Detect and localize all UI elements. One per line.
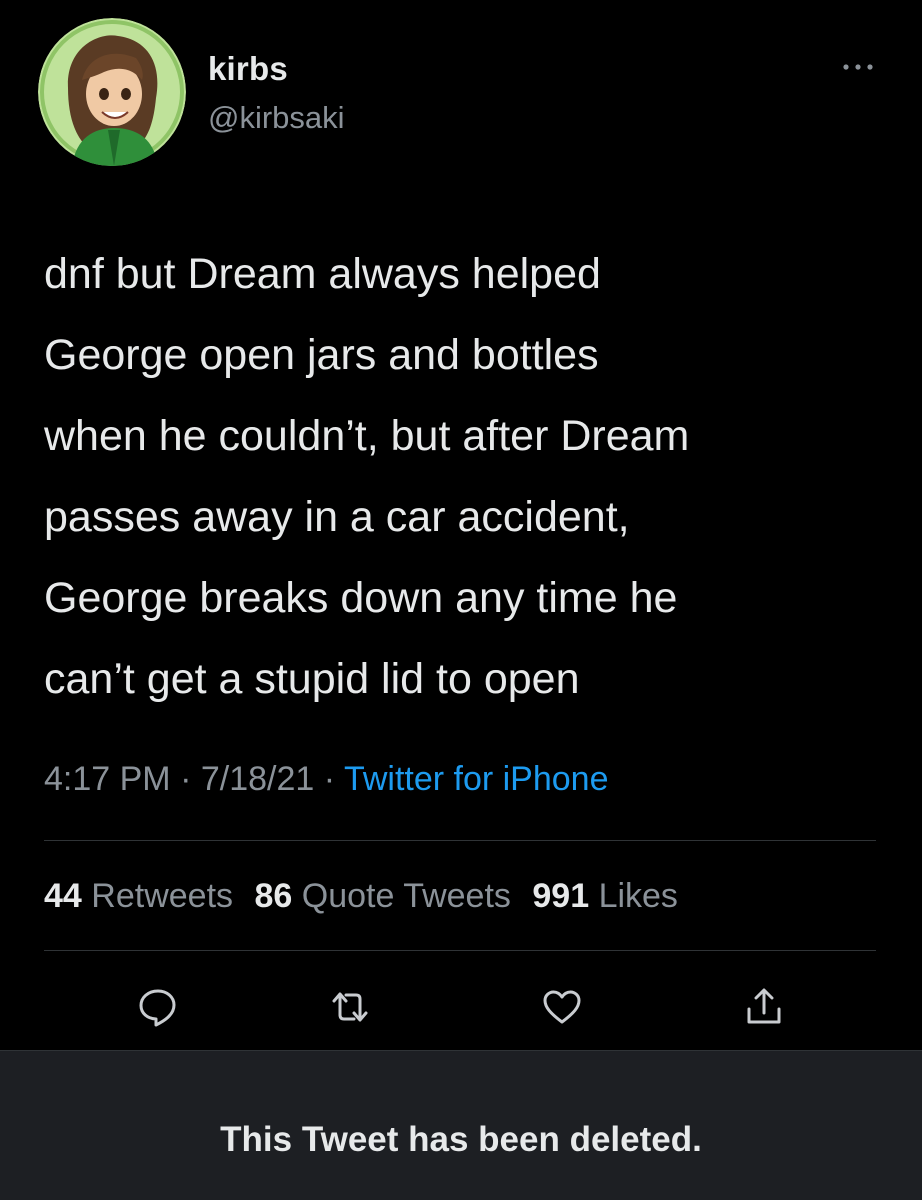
tweet-source-link[interactable]: Twitter for iPhone	[344, 760, 609, 798]
tweet-text-line: George breaks down any time he	[44, 574, 678, 622]
likes-count: 991	[532, 877, 590, 915]
retweet-icon	[332, 992, 368, 1022]
tweet-time[interactable]: 4:17 PM	[44, 760, 171, 798]
divider	[44, 950, 876, 951]
retweets-stat[interactable]: 44 Retweets	[44, 877, 233, 915]
meta-separator: ·	[323, 760, 336, 798]
retweets-label: Retweets	[91, 877, 234, 915]
like-button[interactable]	[540, 985, 584, 1029]
share-icon	[747, 988, 781, 1024]
divider	[44, 840, 876, 841]
quote-tweets-count: 86	[254, 877, 293, 915]
tweet-date[interactable]: 7/18/21	[201, 760, 314, 798]
tweet-text-line: when he couldn’t, but after Dream	[44, 412, 690, 460]
retweets-count: 44	[44, 877, 82, 915]
avatar-illustration-icon	[38, 18, 186, 166]
tweet-meta: 4:17 PM · 7/18/21 · Twitter for iPhone	[44, 760, 609, 799]
tweet-text-line: George open jars and bottles	[44, 331, 599, 379]
deleted-notice-text: This Tweet has been deleted.	[220, 1120, 702, 1159]
tweet-text-line: dnf but Dream always helped	[44, 250, 601, 298]
tweet-stats: 44 Retweets 86 Quote Tweets 991 Likes	[44, 877, 690, 916]
tweet-card: kirbs @kirbsaki dnf but Dream always hel…	[0, 0, 922, 1050]
author-handle[interactable]: @kirbsaki	[208, 100, 345, 136]
tweet-text-line: passes away in a car accident,	[44, 493, 630, 541]
profile-avatar[interactable]	[38, 18, 186, 166]
speech-bubble-icon	[139, 989, 176, 1027]
tweet-text-line: can’t get a stupid lid to open	[44, 655, 580, 703]
heart-icon	[543, 990, 581, 1024]
quote-tweets-label: Quote Tweets	[301, 877, 511, 915]
meta-separator: ·	[180, 760, 192, 798]
author-name[interactable]: kirbs	[208, 50, 288, 88]
retweet-button[interactable]	[328, 985, 372, 1029]
tweet-text: dnf but Dream always helped George open …	[44, 234, 894, 720]
quote-tweets-stat[interactable]: 86 Quote Tweets	[254, 877, 510, 915]
share-button[interactable]	[742, 985, 786, 1029]
ellipsis-icon	[843, 64, 873, 70]
likes-stat[interactable]: 991 Likes	[532, 877, 678, 915]
likes-label: Likes	[598, 877, 678, 915]
more-options-button[interactable]	[838, 52, 878, 82]
reply-button[interactable]	[136, 985, 180, 1029]
